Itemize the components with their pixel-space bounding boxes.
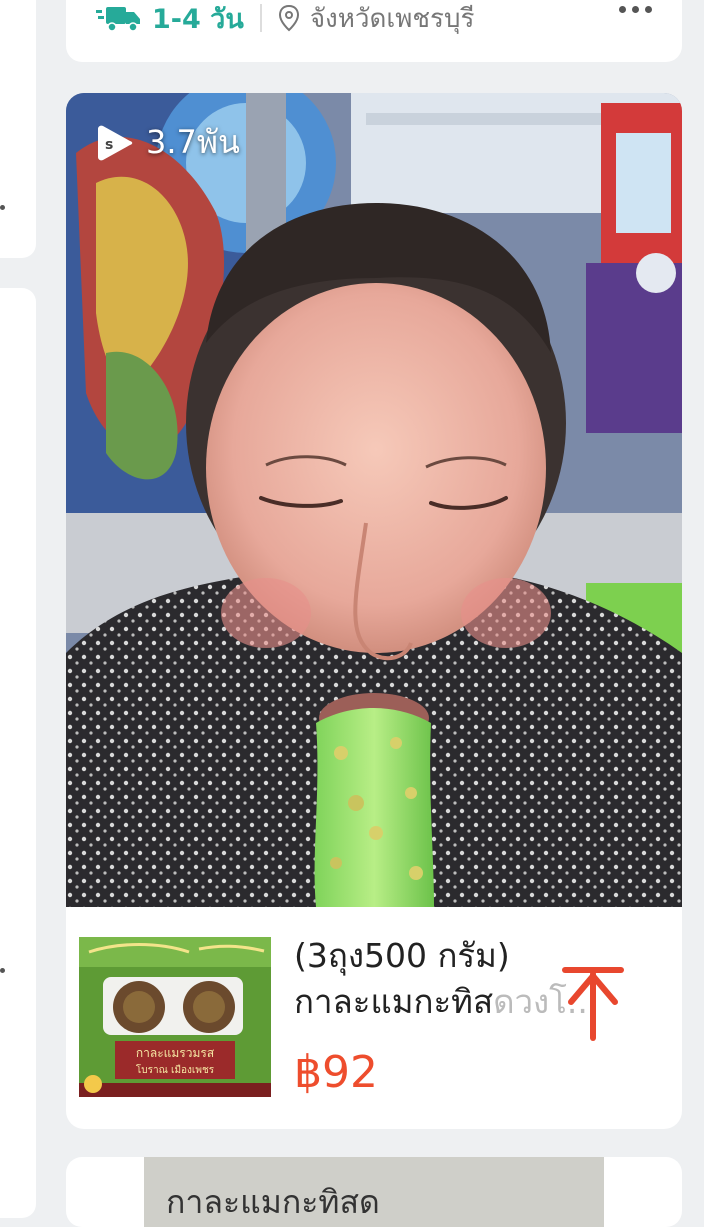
- video-view-count: 3.7พัน: [146, 123, 240, 161]
- shipping-time: 1-4 วัน: [152, 3, 244, 35]
- left-product-card[interactable]: [0, 0, 36, 258]
- thumbnail-label: โบราณ เมืองเพชร: [136, 1063, 215, 1076]
- divider: [259, 4, 262, 32]
- product-info[interactable]: กาละแมรวมรส โบราณ เมืองเพชร (3ถุง500 กรั…: [66, 907, 682, 1129]
- left-column: [0, 0, 40, 1218]
- shopee-video-icon: s: [98, 125, 133, 160]
- video-frame-illustration: [66, 93, 682, 907]
- video-views-badge: s 3.7พัน: [94, 117, 240, 168]
- thumbnail-label: กาละแมรวมรส: [136, 1046, 215, 1060]
- shipping-location: จังหวัดเพชรบุรี: [309, 3, 475, 34]
- product-thumbnail[interactable]: กาละแมรวมรส โบราณ เมืองเพชร: [79, 937, 271, 1097]
- truck-icon: [96, 7, 140, 32]
- shipping-card[interactable]: 1-4 วัน จังหวัดเพชรบุรี: [66, 0, 682, 62]
- left-card-dot: [0, 968, 5, 973]
- shipping-row: 1-4 วัน จังหวัดเพชรบุรี: [96, 0, 474, 38]
- next-product-card[interactable]: กาละแมกะทิสด: [66, 1157, 682, 1227]
- more-options-icon[interactable]: [619, 6, 652, 13]
- next-product-label: กาละแมกะทิสด: [166, 1183, 380, 1221]
- left-product-card[interactable]: [0, 288, 36, 1218]
- product-price: ฿92: [294, 1047, 378, 1098]
- arrow-up-icon: [562, 967, 624, 1041]
- product-card[interactable]: s 3.7พัน กาละแมรวมรส โบราณ เมืองเพชร (3ถ…: [66, 93, 682, 1129]
- product-video[interactable]: s 3.7พัน: [66, 93, 682, 907]
- svg-text:s: s: [105, 137, 113, 153]
- product-title-text: กาละแมกะทิส: [294, 982, 494, 1021]
- pin-icon: [278, 4, 299, 32]
- left-card-dot: [0, 205, 5, 210]
